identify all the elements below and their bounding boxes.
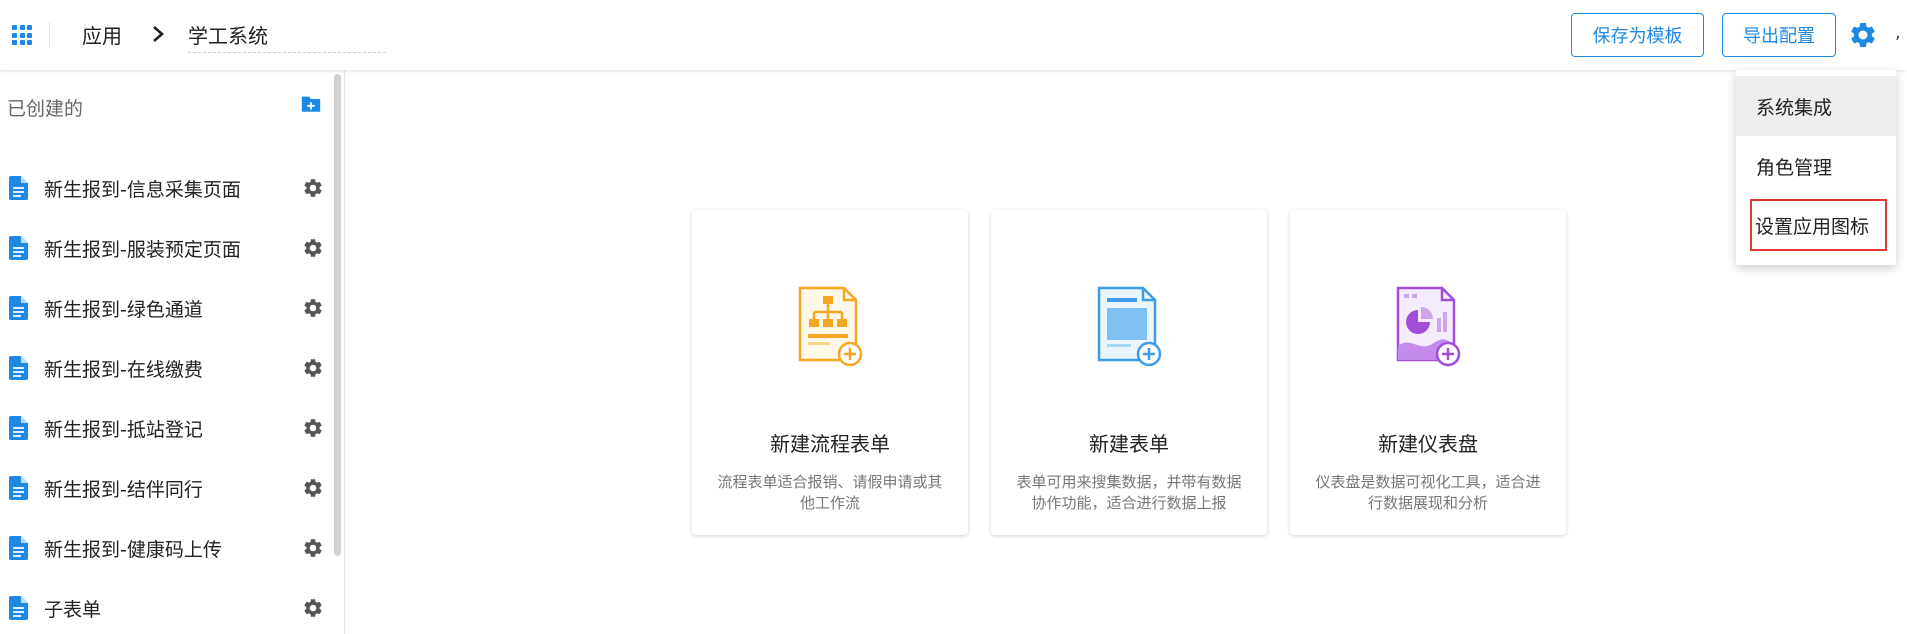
gear-icon[interactable]	[302, 417, 324, 439]
document-icon	[9, 176, 28, 200]
gear-icon[interactable]	[302, 537, 324, 559]
sidebar-scrollbar[interactable]	[334, 74, 341, 556]
gear-icon[interactable]	[302, 237, 324, 259]
sidebar-item-form[interactable]: 新生报到-绿色通道	[0, 288, 335, 328]
sidebar-item-label: 新生报到-结伴同行	[44, 479, 203, 501]
sidebar-item-label: 子表单	[44, 599, 102, 621]
new-form-card[interactable]: 新建表单 表单可用来搜集数据，并带有数据协作功能，适合进行数据上报	[991, 210, 1267, 535]
divider	[49, 22, 50, 48]
sidebar-item-form[interactable]: 新生报到-在线缴费	[0, 348, 335, 388]
sidebar-item-label: 新生报到-信息采集页面	[44, 179, 241, 201]
chevron-right-icon	[153, 26, 164, 42]
document-icon	[9, 416, 28, 440]
sidebar-item-form[interactable]: 新生报到-结伴同行	[0, 468, 335, 508]
sidebar-item-form[interactable]: 新生报到-健康码上传	[0, 528, 335, 568]
new-flow-form-card[interactable]: 新建流程表单 流程表单适合报销、请假申请或其他工作流	[692, 210, 968, 535]
sidebar-item-label: 新生报到-服装预定页面	[44, 239, 241, 261]
gear-icon[interactable]	[302, 357, 324, 379]
menu-item-set-app-icon[interactable]: 设置应用图标	[1750, 199, 1887, 251]
sidebar-item-form[interactable]: 子表单	[0, 588, 335, 628]
sidebar-item-form[interactable]: 新生报到-抵站登记	[0, 408, 335, 448]
sidebar: 已创建的 新生报到-信息采集页面 新生报到-服装预定页面 新生报到-绿色通道 新…	[0, 70, 345, 634]
apps-grid-icon[interactable]	[12, 25, 32, 45]
trailing-text: ,	[1895, 22, 1901, 43]
breadcrumb-app[interactable]: 应用	[82, 20, 122, 49]
form-icon	[1097, 286, 1162, 367]
gear-icon[interactable]	[302, 297, 324, 319]
document-icon	[9, 356, 28, 380]
add-folder-icon[interactable]	[300, 94, 322, 114]
settings-dropdown-menu: 系统集成 角色管理 设置应用图标	[1736, 70, 1896, 265]
save-as-template-button[interactable]: 保存为模板	[1571, 13, 1704, 57]
document-icon	[9, 236, 28, 260]
dashboard-icon	[1396, 286, 1461, 367]
gear-icon[interactable]	[302, 477, 324, 499]
card-title: 新建流程表单	[770, 432, 890, 456]
card-description: 仪表盘是数据可视化工具，适合进行数据展现和分析	[1315, 473, 1541, 512]
flow-form-icon	[798, 286, 863, 367]
card-title: 新建表单	[1089, 432, 1169, 456]
sidebar-item-form[interactable]: 新生报到-服装预定页面	[0, 228, 335, 268]
top-bar: 应用 学工系统 保存为模板 导出配置 ,	[0, 0, 1907, 70]
gear-icon[interactable]	[302, 177, 324, 199]
app-name-field[interactable]: 学工系统	[188, 20, 386, 53]
document-icon	[9, 596, 28, 620]
menu-item-system-integration[interactable]: 系统集成	[1736, 76, 1896, 136]
menu-item-role-management[interactable]: 角色管理	[1736, 136, 1896, 196]
card-description: 流程表单适合报销、请假申请或其他工作流	[717, 473, 943, 512]
sidebar-item-label: 新生报到-绿色通道	[44, 299, 203, 321]
sidebar-item-label: 新生报到-在线缴费	[44, 359, 203, 381]
document-icon	[9, 296, 28, 320]
sidebar-title: 已创建的	[7, 98, 84, 120]
document-icon	[9, 536, 28, 560]
sidebar-item-label: 新生报到-健康码上传	[44, 539, 222, 561]
export-config-button[interactable]: 导出配置	[1722, 13, 1836, 57]
card-description: 表单可用来搜集数据，并带有数据协作功能，适合进行数据上报	[1016, 473, 1242, 512]
document-icon	[9, 476, 28, 500]
sidebar-item-label: 新生报到-抵站登记	[44, 419, 203, 441]
gear-icon[interactable]	[302, 597, 324, 619]
card-title: 新建仪表盘	[1378, 432, 1478, 456]
settings-gear-icon[interactable]	[1848, 20, 1878, 50]
new-dashboard-card[interactable]: 新建仪表盘 仪表盘是数据可视化工具，适合进行数据展现和分析	[1290, 210, 1566, 535]
sidebar-item-form[interactable]: 新生报到-信息采集页面	[0, 168, 335, 208]
